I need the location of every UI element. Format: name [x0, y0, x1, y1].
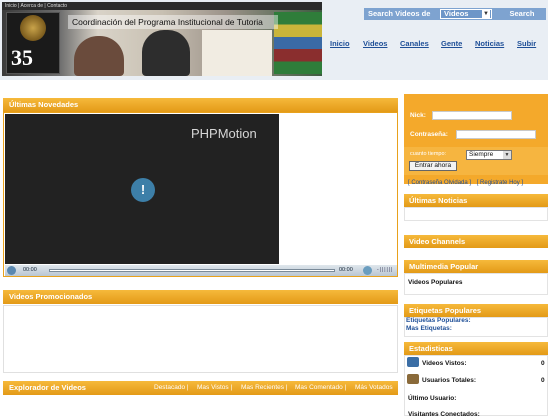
books-image	[274, 12, 322, 74]
stat-users-value: 0	[541, 377, 545, 384]
time-total: 00:00	[339, 267, 353, 273]
photo-classroom	[202, 30, 272, 76]
play-icon[interactable]	[7, 266, 16, 275]
chevron-down-icon: ▼	[503, 151, 511, 159]
stat-online-label: Visitantes Conectados:	[408, 411, 480, 418]
popular-videos-link[interactable]: Videos Populares	[408, 279, 462, 286]
stat-last-user-label: Último Usuario:	[408, 395, 457, 402]
search-button[interactable]: Search	[500, 9, 544, 19]
remember-select[interactable]: Siempre ▼	[466, 150, 512, 160]
site-title: Coordinación del Programa Institucional …	[68, 15, 278, 29]
stat-videos-value: 0	[541, 360, 545, 367]
tab-destacado[interactable]: Destacado |	[154, 381, 189, 395]
nav-videos[interactable]: Videos	[363, 36, 387, 52]
banner-top-strip: Inicio | Acerca de | Contacto	[2, 2, 322, 10]
warning-icon: !	[131, 178, 155, 202]
nick-input[interactable]	[432, 111, 512, 120]
tags-header: Etiquetas Populares	[404, 304, 548, 317]
tab-mas-vistos[interactable]: Mas Vistos |	[197, 381, 232, 395]
header: Inicio | Acerca de | Contacto 35 Coordin…	[0, 0, 548, 80]
crest-icon	[20, 15, 46, 41]
institution-logo[interactable]: 35	[6, 12, 60, 74]
password-input[interactable]	[456, 130, 536, 139]
logo-number: 35	[11, 45, 33, 70]
main-nav: Inicio Videos Canales Gente Noticias Sub…	[326, 36, 546, 52]
nav-noticias[interactable]: Noticias	[475, 36, 504, 52]
video-views-icon	[407, 357, 419, 367]
channels-header[interactable]: Video Channels	[404, 235, 548, 248]
photo-teacher	[142, 30, 190, 76]
nick-label: Nick:	[410, 112, 426, 119]
volume-icon[interactable]	[363, 266, 372, 275]
volume-level[interactable]: -||||||	[377, 267, 393, 274]
users-icon	[407, 374, 419, 384]
video-screen[interactable]: PHPMotion !	[5, 114, 279, 264]
banner-image: Inicio | Acerca de | Contacto 35 Coordin…	[2, 2, 322, 76]
chevron-down-icon: ▼	[482, 10, 490, 18]
remember-value: Siempre	[469, 151, 494, 158]
photo-student	[74, 36, 124, 76]
stat-users-label: Usuarios Totales:	[422, 377, 477, 384]
nav-canales[interactable]: Canales	[400, 36, 429, 52]
tab-mas-comentado[interactable]: Mas Comentado |	[295, 381, 346, 395]
forgot-password-link[interactable]: [ Contraseña Olvidada ]	[408, 180, 471, 186]
promo-content	[3, 305, 398, 373]
progress-track[interactable]	[49, 269, 335, 272]
register-link[interactable]: [ Registrate Hoy ]	[477, 180, 523, 186]
stat-videos-label: Videos Vistos:	[422, 360, 467, 367]
video-player: PHPMotion ! 00:00 00:00 -||||||	[3, 112, 398, 277]
multimedia-header: Multimedia Popular	[404, 260, 548, 273]
novedades-header: Últimas Novedades	[3, 98, 398, 112]
news-content	[404, 207, 548, 221]
remember-label: cuanto tiempo:	[410, 151, 447, 157]
time-elapsed: 00:00	[23, 267, 37, 273]
search-label: Search Videos de	[368, 9, 431, 18]
search-type-select[interactable]: Videos ▼	[440, 9, 492, 19]
player-controls: 00:00 00:00 -||||||	[5, 265, 397, 276]
promo-header: Videos Promocionados	[3, 290, 398, 304]
more-tags-link[interactable]: Mas Etiquetas:	[406, 325, 452, 332]
tab-mas-votados[interactable]: Más Votados	[355, 381, 393, 395]
login-links: [ Contraseña Olvidada ] [ Registrate Hoy…	[408, 180, 523, 186]
password-label: Contraseña:	[410, 131, 448, 138]
news-header: Últimas Noticias	[404, 194, 548, 207]
tab-mas-recientes[interactable]: Mas Recientes |	[241, 381, 287, 395]
nav-subir[interactable]: Subir	[517, 36, 536, 52]
search-type-value: Videos	[444, 9, 469, 18]
nav-gente[interactable]: Gente	[441, 36, 462, 52]
popular-tags-link[interactable]: Etiquetas Populares:	[406, 317, 471, 324]
stats-header: Estadisticas	[404, 342, 548, 355]
player-brand: PHPMotion	[191, 126, 257, 141]
login-button[interactable]: Entrar ahora	[409, 161, 457, 171]
nav-inicio[interactable]: Inicio	[330, 36, 350, 52]
